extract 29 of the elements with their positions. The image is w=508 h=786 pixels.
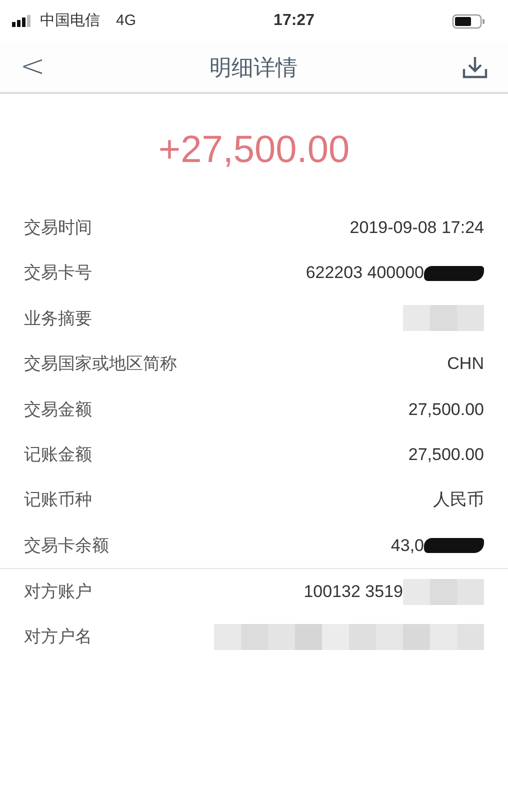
field-value: 人民币 xyxy=(433,489,484,512)
field-value: 2019-09-08 17:24 xyxy=(350,216,484,239)
status-time: 17:27 xyxy=(274,11,314,31)
page-title: 明细详情 xyxy=(210,54,298,82)
field-label: 交易金额 xyxy=(24,398,92,420)
redaction-mark xyxy=(424,266,484,281)
carrier-name: 中国电信 xyxy=(40,10,100,31)
field-label: 交易卡号 xyxy=(24,262,92,284)
field-label: 业务摘要 xyxy=(24,308,92,330)
field-label: 对方户名 xyxy=(24,626,92,648)
field-label: 记账币种 xyxy=(24,489,92,512)
field-value: CHN xyxy=(447,353,484,376)
field-value: 27,500.00 xyxy=(408,444,484,466)
field-label: 交易时间 xyxy=(24,216,92,239)
transaction-amount: +27,500.00 xyxy=(157,128,351,173)
battery-icon xyxy=(452,14,486,28)
field-value: 622203 400000 xyxy=(306,262,424,284)
field-label: 交易卡余额 xyxy=(24,534,109,557)
field-label: 对方账户 xyxy=(24,581,92,604)
field-label: 交易国家或地区简称 xyxy=(24,353,177,376)
field-label: 记账金额 xyxy=(24,444,92,466)
network-type: 4G xyxy=(116,10,136,31)
field-value: 100132 3519 xyxy=(304,581,403,604)
download-button[interactable] xyxy=(462,54,488,80)
redaction-mark xyxy=(424,538,484,553)
field-value: 27,500.00 xyxy=(408,398,484,420)
field-value: 43,0 xyxy=(390,534,424,557)
signal-icon xyxy=(12,15,32,27)
back-button[interactable]: < xyxy=(20,52,46,82)
